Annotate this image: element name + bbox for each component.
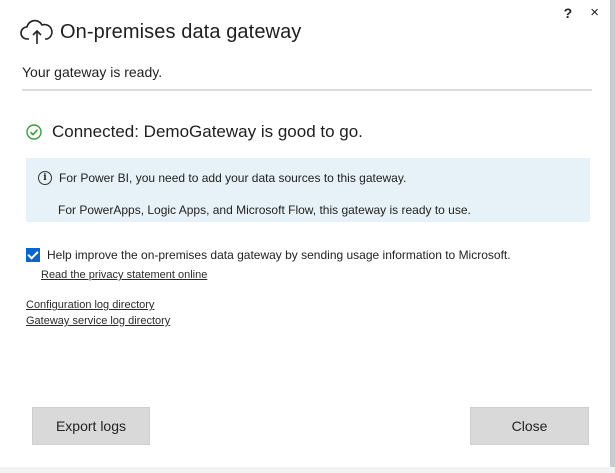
export-logs-button[interactable]: Export logs	[32, 407, 150, 445]
divider	[22, 89, 592, 91]
info-line-power-bi: i For Power BI, you need to add your dat…	[38, 171, 406, 185]
usage-consent-checkbox[interactable]	[26, 248, 40, 262]
window-controls: ? ×	[564, 5, 599, 20]
window-bottom-edge	[0, 467, 615, 473]
page-title: On-premises data gateway	[60, 20, 302, 43]
connection-status: Connected: DemoGateway is good to go.	[26, 122, 363, 142]
help-button[interactable]: ?	[564, 6, 573, 20]
configuration-log-link[interactable]: Configuration log directory	[26, 299, 154, 311]
gateway-service-log-link[interactable]: Gateway service log directory	[26, 315, 170, 327]
close-button[interactable]: Close	[470, 407, 589, 445]
status-text: Connected: DemoGateway is good to go.	[52, 122, 363, 141]
info-icon: i	[38, 171, 52, 185]
header: On-premises data gateway	[20, 17, 301, 47]
info-text-1: For Power BI, you need to add your data …	[59, 171, 407, 185]
window-close-button[interactable]: ×	[590, 5, 599, 20]
privacy-statement-link[interactable]: Read the privacy statement online	[41, 269, 207, 281]
usage-consent: Help improve the on-premises data gatewa…	[26, 248, 511, 262]
cloud-upload-icon	[20, 19, 53, 44]
usage-consent-label: Help improve the on-premises data gatewa…	[47, 248, 511, 262]
window-edge	[610, 0, 615, 473]
check-circle-icon	[26, 124, 42, 140]
info-banner: i For Power BI, you need to add your dat…	[26, 158, 590, 222]
info-text-2: For PowerApps, Logic Apps, and Microsoft…	[58, 203, 471, 217]
gateway-ready-text: Your gateway is ready.	[22, 64, 163, 80]
